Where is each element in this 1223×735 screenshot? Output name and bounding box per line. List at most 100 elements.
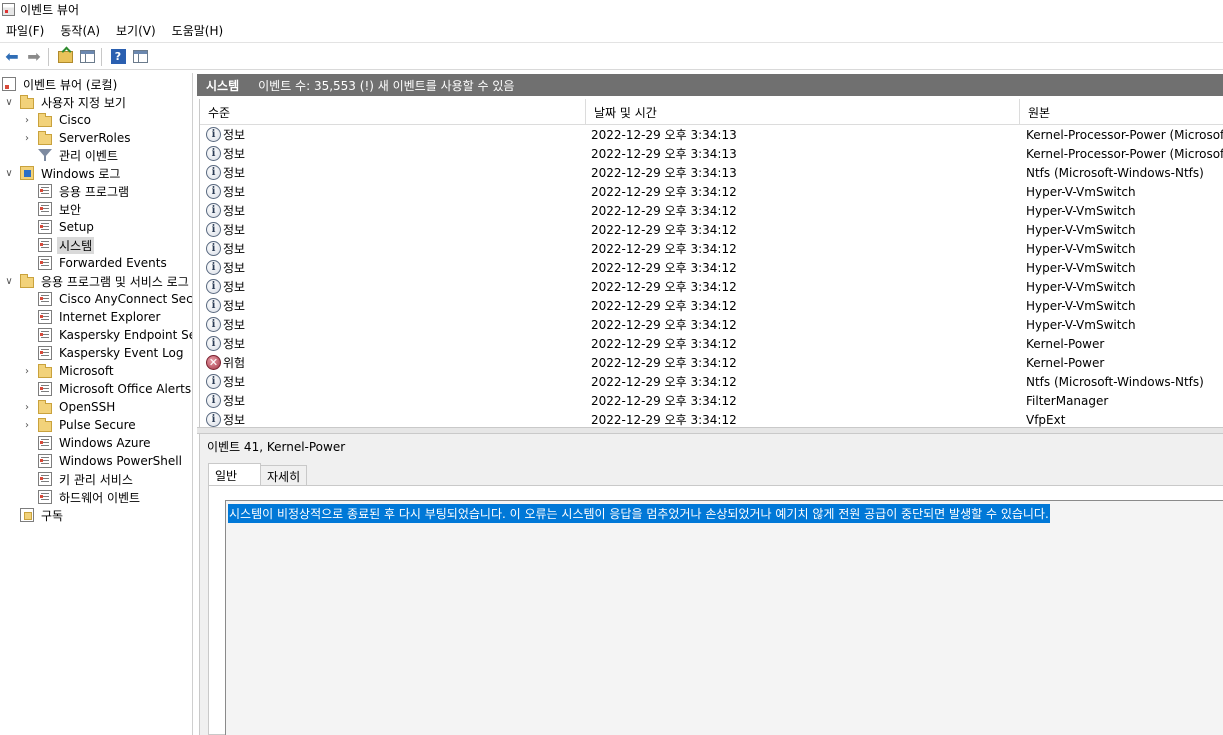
details-tabs: 일반 자세히 bbox=[208, 463, 308, 486]
tree-item-root[interactable]: 이벤트 뷰어 (로컬) bbox=[2, 75, 119, 93]
tree-item-label: 응용 프로그램 및 서비스 로그 bbox=[41, 274, 189, 289]
tree-item-windows-azure[interactable]: Windows Azure bbox=[38, 434, 153, 452]
tree-item-label: Cisco AnyConnect Secure Mobility Client bbox=[59, 292, 193, 306]
menu-view[interactable]: 보기(V) bbox=[110, 22, 162, 39]
event-row[interactable]: i 정보 2022-12-29 오후 3:34:12 Kernel-Power bbox=[200, 334, 1223, 353]
event-row[interactable]: i 정보 2022-12-29 오후 3:34:13 Ntfs (Microsoft-… bbox=[200, 163, 1223, 182]
tree-item-custom-views[interactable]: ∨ 사용자 지정 보기 bbox=[4, 93, 128, 111]
tree-item-label: 보안 bbox=[59, 202, 82, 217]
event-description-box[interactable]: 시스템이 비정상적으로 종료된 후 다시 부팅되었습니다. 이 오류는 시스템이… bbox=[225, 500, 1223, 735]
event-source-cell: Hyper-V-VmSwitch bbox=[1026, 222, 1136, 237]
tree-item-label: Microsoft bbox=[59, 364, 114, 378]
info-icon: i bbox=[206, 260, 221, 275]
tree-item-label: 이벤트 뷰어 (로컬) bbox=[23, 77, 118, 92]
folder-icon bbox=[38, 417, 52, 432]
event-source-cell: VfpExt bbox=[1026, 412, 1066, 427]
event-datetime-cell: 2022-12-29 오후 3:34:12 bbox=[591, 375, 737, 389]
tree-item-office-alerts[interactable]: Microsoft Office Alerts bbox=[38, 380, 192, 398]
event-datetime-cell: 2022-12-29 오후 3:34:12 bbox=[591, 356, 737, 370]
event-datetime-cell: 2022-12-29 오후 3:34:12 bbox=[591, 280, 737, 294]
expand-chevron-icon[interactable]: › bbox=[22, 420, 32, 431]
log-icon bbox=[38, 382, 52, 396]
event-level-label: 위험 bbox=[223, 356, 246, 370]
tree-item-openssh[interactable]: › OpenSSH bbox=[22, 398, 117, 416]
expand-chevron-icon[interactable]: › bbox=[22, 402, 32, 413]
event-source-cell: Kernel-Processor-Power (Microsoft-Window… bbox=[1026, 146, 1223, 161]
tree-item-system[interactable]: 시스템 bbox=[38, 236, 95, 254]
tree-item-subscriptions[interactable]: 구독 bbox=[20, 506, 65, 524]
expand-chevron-icon[interactable]: › bbox=[22, 366, 32, 377]
tree-item-label: Windows PowerShell bbox=[59, 454, 182, 468]
event-row[interactable]: i 정보 2022-12-29 오후 3:34:12 Hyper-V-VmSwitch bbox=[200, 296, 1223, 315]
event-row[interactable]: i 정보 2022-12-29 오후 3:34:12 FilterManager bbox=[200, 391, 1223, 410]
event-row[interactable]: i 정보 2022-12-29 오후 3:34:12 Ntfs (Microsoft-… bbox=[200, 372, 1223, 391]
folder-icon bbox=[38, 399, 52, 414]
tree-item-application[interactable]: 응용 프로그램 bbox=[38, 182, 131, 200]
log-header-bar: 시스템 이벤트 수: 35,553 (!) 새 이벤트를 사용할 수 있음 bbox=[197, 74, 1223, 96]
up-one-level-button[interactable] bbox=[55, 47, 75, 67]
column-header-level[interactable]: 수준 bbox=[200, 99, 586, 125]
expand-chevron-icon[interactable]: › bbox=[22, 133, 32, 144]
event-level-cell: i 정보 bbox=[200, 240, 586, 257]
tree-item-microsoft[interactable]: › Microsoft bbox=[22, 362, 116, 380]
pane-splitter[interactable] bbox=[197, 427, 1223, 434]
tab-details[interactable]: 자세히 bbox=[260, 465, 308, 486]
back-button[interactable]: ⬅ bbox=[2, 47, 22, 67]
event-row[interactable]: i 정보 2022-12-29 오후 3:34:13 Kernel-Processor… bbox=[200, 144, 1223, 163]
column-header-datetime[interactable]: 날짜 및 시간 bbox=[586, 99, 1020, 125]
show-hide-console-tree-button[interactable] bbox=[77, 47, 97, 67]
column-header-source[interactable]: 원본 bbox=[1020, 99, 1223, 125]
menu-file[interactable]: 파일(F) bbox=[0, 22, 50, 39]
event-row[interactable]: i 정보 2022-12-29 오후 3:34:12 Hyper-V-VmSwitch bbox=[200, 277, 1223, 296]
grid-rows: i 정보 2022-12-29 오후 3:34:13 Kernel-Processor… bbox=[200, 125, 1223, 427]
event-datetime-cell: 2022-12-29 오후 3:34:12 bbox=[591, 318, 737, 332]
event-level-label: 정보 bbox=[223, 375, 246, 389]
event-description-text[interactable]: 시스템이 비정상적으로 종료된 후 다시 부팅되었습니다. 이 오류는 시스템이… bbox=[228, 504, 1050, 523]
menu-action[interactable]: 동작(A) bbox=[54, 22, 106, 39]
tree-item-cisco[interactable]: › Cisco bbox=[22, 111, 93, 129]
collapse-chevron-icon[interactable]: ∨ bbox=[4, 168, 14, 179]
help-button[interactable]: ? bbox=[108, 47, 128, 67]
tree-item-windows-logs[interactable]: ∨ Windows 로그 bbox=[4, 164, 122, 182]
collapse-chevron-icon[interactable]: ∨ bbox=[4, 97, 14, 108]
event-datetime-cell: 2022-12-29 오후 3:34:12 bbox=[591, 242, 737, 256]
event-source-cell: Hyper-V-VmSwitch bbox=[1026, 279, 1136, 294]
tree-item-admin-events[interactable]: 관리 이벤트 bbox=[38, 146, 120, 164]
event-row[interactable]: i 정보 2022-12-29 오후 3:34:12 Hyper-V-VmSwitch bbox=[200, 182, 1223, 201]
tree-item-setup[interactable]: Setup bbox=[38, 218, 96, 236]
tree-item-pulse-secure[interactable]: › Pulse Secure bbox=[22, 416, 138, 434]
menu-help[interactable]: 도움말(H) bbox=[166, 22, 230, 39]
tree-item-security[interactable]: 보안 bbox=[38, 200, 83, 218]
forward-button[interactable]: ➡ bbox=[24, 47, 44, 67]
tree-item-internet-explorer[interactable]: Internet Explorer bbox=[38, 308, 162, 326]
tree-item-hardware-events[interactable]: 하드웨어 이벤트 bbox=[38, 488, 142, 506]
tree-item-windows-powershell[interactable]: Windows PowerShell bbox=[38, 452, 184, 470]
tab-general[interactable]: 일반 bbox=[208, 463, 261, 486]
event-row[interactable]: i 정보 2022-12-29 오후 3:34:12 VfpExt bbox=[200, 410, 1223, 427]
event-level-label: 정보 bbox=[223, 261, 246, 275]
collapse-chevron-icon[interactable]: ∨ bbox=[4, 276, 14, 287]
tree-item-kaspersky-event-log[interactable]: Kaspersky Event Log bbox=[38, 344, 186, 362]
tree-item-cisco-anyconnect[interactable]: Cisco AnyConnect Secure Mobility Client bbox=[38, 290, 193, 308]
event-row[interactable]: i 정보 2022-12-29 오후 3:34:13 Kernel-Processor… bbox=[200, 125, 1223, 144]
event-row[interactable]: i 정보 2022-12-29 오후 3:34:12 Hyper-V-VmSwitch bbox=[200, 258, 1223, 277]
tree-item-key-management[interactable]: 키 관리 서비스 bbox=[38, 470, 135, 488]
tree-item-forwarded-events[interactable]: Forwarded Events bbox=[38, 254, 169, 272]
event-row[interactable]: ✕ 위험 2022-12-29 오후 3:34:12 Kernel-Power bbox=[200, 353, 1223, 372]
event-level-label: 정보 bbox=[223, 299, 246, 313]
windows-logs-icon bbox=[20, 166, 34, 180]
event-row[interactable]: i 정보 2022-12-29 오후 3:34:12 Hyper-V-VmSwitch bbox=[200, 315, 1223, 334]
event-row[interactable]: i 정보 2022-12-29 오후 3:34:12 Hyper-V-VmSwitch bbox=[200, 201, 1223, 220]
tree-item-label: Forwarded Events bbox=[59, 256, 167, 270]
info-icon: i bbox=[206, 336, 221, 351]
event-row[interactable]: i 정보 2022-12-29 오후 3:34:12 Hyper-V-VmSwitch bbox=[200, 239, 1223, 258]
tree-item-kaspersky-endpoint[interactable]: Kaspersky Endpoint Security bbox=[38, 326, 192, 344]
event-datetime-cell: 2022-12-29 오후 3:34:12 bbox=[591, 204, 737, 218]
folder-icon bbox=[38, 130, 52, 145]
show-hide-action-pane-button[interactable] bbox=[130, 47, 150, 67]
tree-item-server-roles[interactable]: › ServerRoles bbox=[22, 129, 132, 147]
expand-chevron-icon[interactable]: › bbox=[22, 115, 32, 126]
event-row[interactable]: i 정보 2022-12-29 오후 3:34:12 Hyper-V-VmSwitch bbox=[200, 220, 1223, 239]
folder-icon bbox=[20, 273, 34, 288]
tree-item-apps-services-logs[interactable]: ∨ 응용 프로그램 및 서비스 로그 bbox=[4, 272, 191, 290]
